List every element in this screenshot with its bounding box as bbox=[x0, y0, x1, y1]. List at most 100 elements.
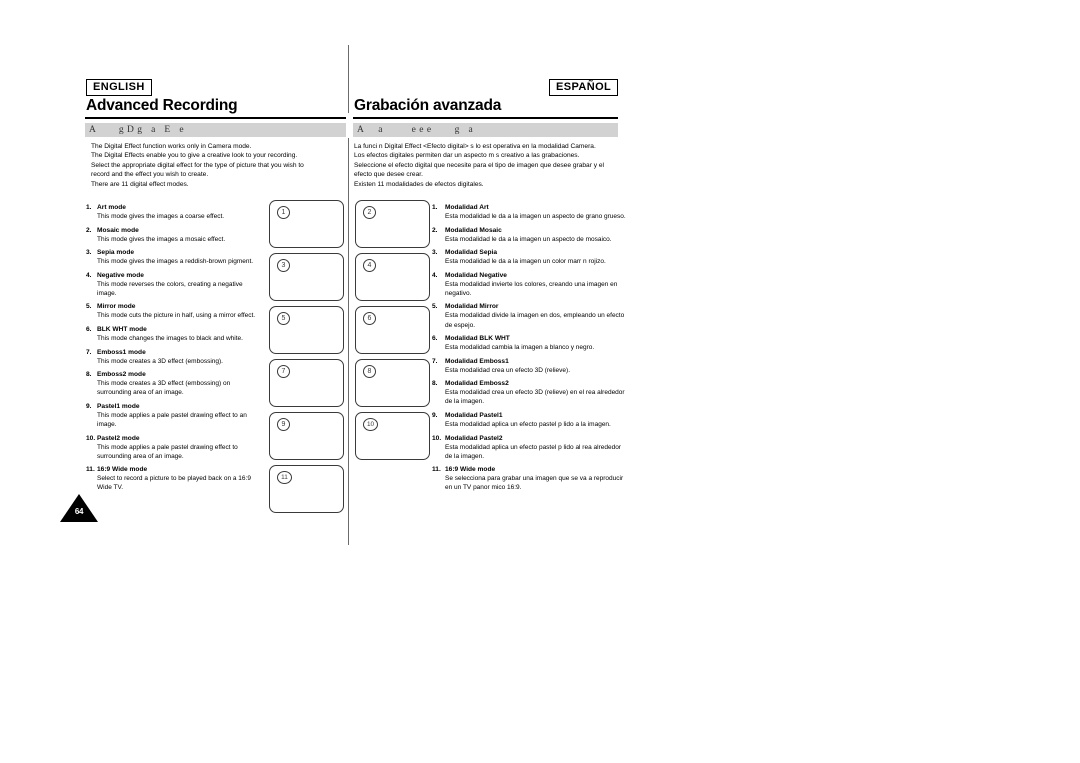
mode-title: Art mode bbox=[97, 204, 126, 211]
mode-description: Esta modalidad le da a la imagen un colo… bbox=[445, 258, 606, 266]
illustration-box-4: 4 bbox=[355, 253, 430, 301]
mode-description: Esta modalidad le da a la imagen un aspe… bbox=[445, 213, 626, 220]
mode-number: 9. bbox=[86, 402, 92, 410]
mode-description: Se selecciona para grabar una imagen que… bbox=[445, 475, 624, 492]
mode-number: 4. bbox=[86, 271, 92, 279]
illustration-box-5: 5 bbox=[269, 306, 344, 354]
mode-heading: 5. Modalidad Mirror bbox=[432, 302, 628, 311]
mode-description: Select to record a picture to be played … bbox=[97, 475, 251, 492]
list-item: 7. Emboss1 mode This mode creates a 3D e… bbox=[86, 348, 258, 366]
mode-number: 7. bbox=[432, 357, 438, 365]
chapter-title-english: Advanced Recording bbox=[86, 97, 238, 114]
mode-number: 10. bbox=[86, 434, 96, 442]
mode-heading: 5. Mirror mode bbox=[86, 302, 258, 311]
mode-description: Esta modalidad invierte los colores, cre… bbox=[445, 280, 618, 297]
mode-title: Sepia mode bbox=[97, 249, 135, 257]
illustration-number-badge: 2 bbox=[363, 206, 376, 219]
mode-number: 4. bbox=[432, 271, 438, 279]
mode-description: This mode creates a 3D effect (embossing… bbox=[97, 357, 223, 365]
mode-title: Pastel1 mode bbox=[97, 402, 140, 410]
list-item: 8. Emboss2 mode This mode creates a 3D e… bbox=[86, 370, 258, 397]
list-item: 10. Modalidad Pastel2 Esta modalidad apl… bbox=[432, 434, 628, 461]
mode-title: Mirror mode bbox=[97, 303, 136, 311]
mode-heading: 3. Modalidad Sepia bbox=[432, 248, 628, 257]
mode-description: Esta modalidad crea un efecto 3D (reliev… bbox=[445, 389, 625, 406]
mode-title: 16:9 Wide mode bbox=[97, 466, 148, 474]
mode-number: 3. bbox=[86, 249, 92, 257]
mode-title: Modalidad Mirror bbox=[445, 303, 499, 311]
mode-title: 16:9 Wide mode bbox=[445, 466, 496, 474]
center-divider-bottom bbox=[348, 138, 349, 545]
mode-heading: 8. Emboss2 mode bbox=[86, 370, 258, 379]
illustration-number-badge: 7 bbox=[277, 365, 290, 378]
title-rule-spanish bbox=[353, 117, 618, 119]
mode-heading: 10. Pastel2 mode bbox=[86, 434, 258, 443]
mode-heading: 7. Emboss1 mode bbox=[86, 348, 258, 357]
list-item: 6. BLK WHT mode This mode changes the im… bbox=[86, 325, 258, 343]
illustration-box-8: 8 bbox=[355, 359, 430, 407]
page-number-badge: 64 bbox=[60, 494, 98, 522]
illustration-number-badge: 9 bbox=[277, 418, 290, 431]
mode-number: 2. bbox=[432, 226, 438, 234]
mode-description: Esta modalidad crea un efecto 3D (reliev… bbox=[445, 366, 571, 374]
list-item: 8. Modalidad Emboss2 Esta modalidad crea… bbox=[432, 379, 628, 406]
mode-title: Modalidad Sepia bbox=[445, 249, 498, 257]
illustration-box-1: 1 bbox=[269, 200, 344, 248]
mode-number: 3. bbox=[432, 249, 438, 257]
mode-number: 6. bbox=[432, 335, 438, 343]
illustration-box-6: 6 bbox=[355, 306, 430, 354]
mode-title: Modalidad Mosaic bbox=[445, 226, 502, 234]
chapter-title-spanish: Grabación avanzada bbox=[354, 97, 502, 114]
list-item: 11. 16:9 Wide mode Select to record a pi… bbox=[86, 465, 258, 492]
list-item: 6. Modalidad BLK WHT Esta modalidad camb… bbox=[432, 334, 628, 352]
mode-heading: 1. Art mode bbox=[86, 203, 258, 212]
list-item: 3. Modalidad Sepia Esta modalidad le da … bbox=[432, 248, 628, 266]
mode-description: This mode gives the images a mosaic effe… bbox=[97, 235, 226, 243]
mode-description: Esta modalidad le da a la imagen un aspe… bbox=[445, 235, 612, 243]
mode-title: BLK WHT mode bbox=[97, 326, 147, 334]
list-item: 3. Sepia mode This mode gives the images… bbox=[86, 248, 258, 266]
mode-heading: 3. Sepia mode bbox=[86, 248, 258, 257]
mode-number: 8. bbox=[432, 380, 438, 388]
title-rule-english bbox=[85, 117, 346, 119]
illustration-number-badge: 5 bbox=[277, 312, 290, 325]
mode-title: Modalidad Pastel1 bbox=[445, 412, 503, 420]
illustration-number-badge: 11 bbox=[277, 471, 292, 484]
list-item: 2. Modalidad Mosaic Esta modalidad le da… bbox=[432, 226, 628, 244]
list-item: 11. 16:9 Wide mode Se selecciona para gr… bbox=[432, 465, 628, 492]
mode-heading: 6. Modalidad BLK WHT bbox=[432, 334, 628, 343]
mode-list-spanish: 1. Modalidad Art Esta modalidad le da a … bbox=[432, 203, 628, 497]
mode-heading: 4. Modalidad Negative bbox=[432, 271, 628, 280]
list-item: 4. Negative mode This mode reverses the … bbox=[86, 271, 258, 298]
language-badge-spanish: ESPAÑOL bbox=[549, 79, 619, 96]
manual-page: ENGLISH Advanced Recording A g D g a E e… bbox=[0, 0, 1080, 763]
section-header-english: A g D g a E e bbox=[85, 123, 346, 137]
mode-description: This mode creates a 3D effect (embossing… bbox=[97, 380, 231, 397]
illustration-number-badge: 3 bbox=[277, 259, 290, 272]
illustration-number-badge: 8 bbox=[363, 365, 376, 378]
mode-number: 5. bbox=[432, 303, 438, 311]
mode-heading: 2. Mosaic mode bbox=[86, 226, 258, 235]
illustration-number-badge: 4 bbox=[363, 259, 376, 272]
mode-title: Modalidad Pastel2 bbox=[445, 434, 503, 442]
mode-heading: 11. 16:9 Wide mode bbox=[432, 465, 628, 474]
mode-list-english: 1. Art mode This mode gives the images a… bbox=[86, 203, 258, 497]
mode-number: 2. bbox=[86, 226, 92, 234]
list-item: 9. Pastel1 mode This mode applies a pale… bbox=[86, 402, 258, 429]
mode-number: 8. bbox=[86, 371, 92, 379]
mode-description: This mode changes the images to black an… bbox=[97, 335, 243, 343]
mode-description: This mode applies a pale pastel drawing … bbox=[97, 443, 238, 460]
mode-title: Pastel2 mode bbox=[97, 434, 140, 442]
list-item: 1. Modalidad Art Esta modalidad le da a … bbox=[432, 203, 628, 221]
mode-description: This mode gives the images a reddish-bro… bbox=[97, 258, 254, 266]
illustration-number-badge: 1 bbox=[277, 206, 290, 219]
list-item: 4. Modalidad Negative Esta modalidad inv… bbox=[432, 271, 628, 298]
mode-title: Mosaic mode bbox=[97, 226, 139, 234]
mode-description: This mode reverses the colors, creating … bbox=[97, 280, 243, 297]
illustration-box-2: 2 bbox=[355, 200, 430, 248]
intro-paragraph-english: The Digital Effect function works only i… bbox=[91, 143, 304, 188]
mode-heading: 9. Modalidad Pastel1 bbox=[432, 411, 628, 420]
mode-title: Modalidad Negative bbox=[445, 271, 507, 279]
list-item: 7. Modalidad Emboss1 Esta modalidad crea… bbox=[432, 357, 628, 375]
mode-title: Modalidad Emboss2 bbox=[445, 380, 509, 388]
